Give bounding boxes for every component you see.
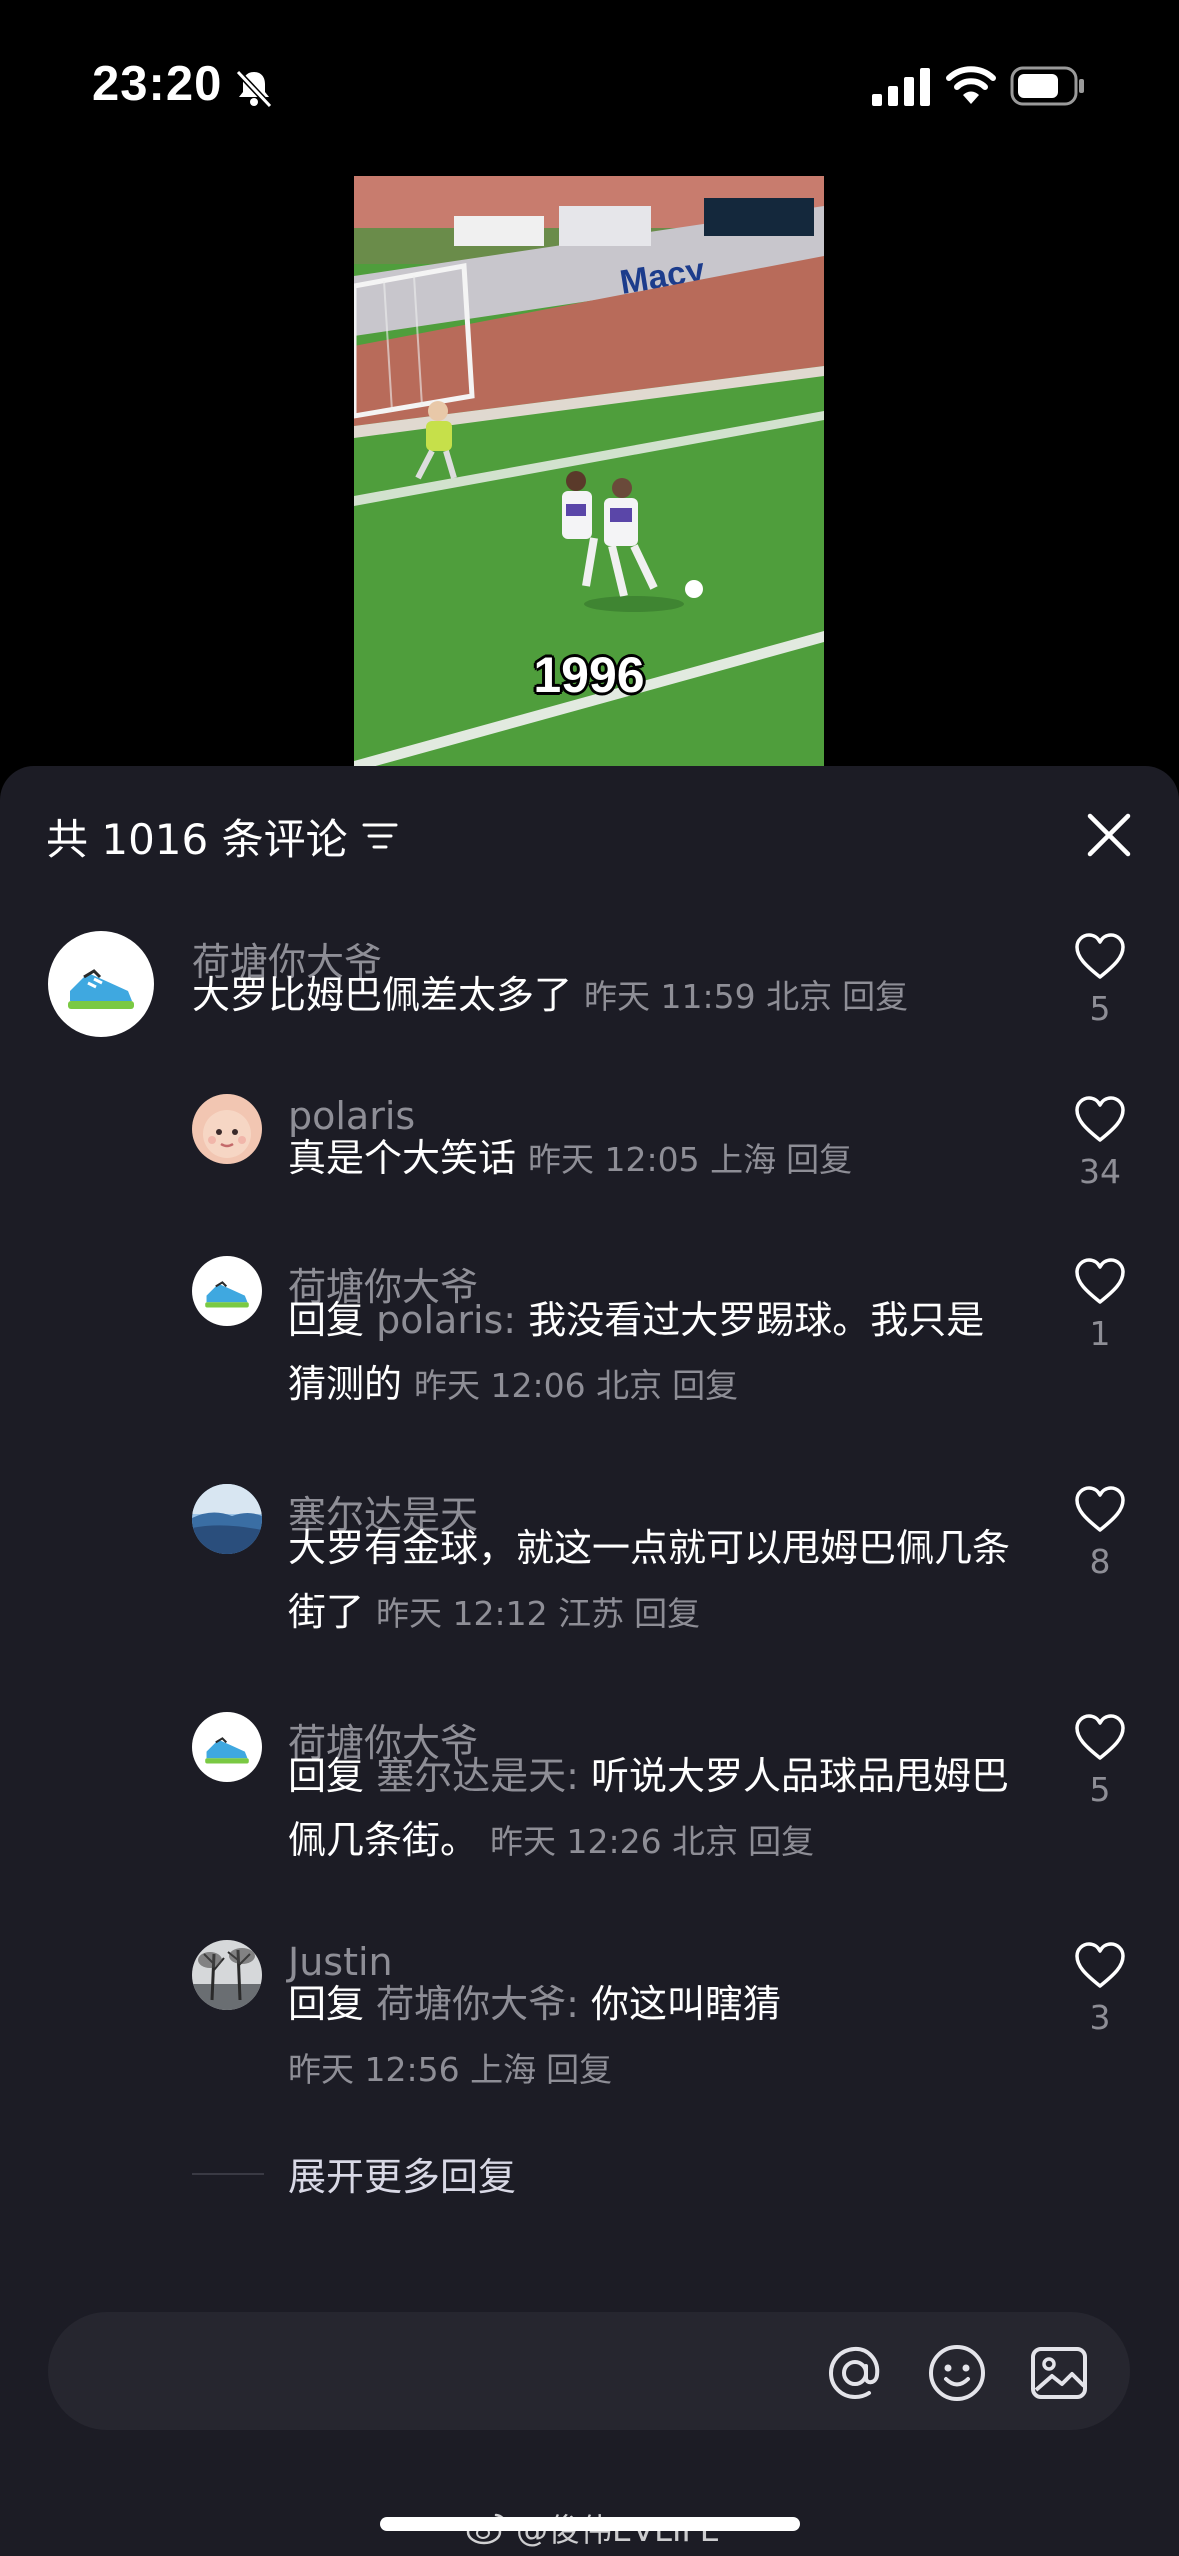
heart-icon — [1075, 1942, 1125, 1988]
like-count: 3 — [1089, 1998, 1111, 2037]
comment-input[interactable] — [98, 2350, 802, 2394]
user-avatar[interactable] — [192, 1094, 262, 1164]
watermark-text: @俊伟EVLIFE — [516, 2511, 721, 2549]
comment-location: 江苏 — [558, 1594, 625, 1633]
status-bar: 23:20 — [0, 0, 1179, 175]
reply-prefix: 回复 — [288, 1754, 365, 1798]
comment-time: 昨天 12:26 — [490, 1822, 662, 1861]
comment-location: 上海 — [470, 2050, 537, 2089]
reply-to-user[interactable]: 塞尔达是天: — [376, 1754, 579, 1798]
heart-icon — [1075, 1486, 1125, 1532]
like-count: 1 — [1089, 1314, 1111, 1353]
weibo-icon — [466, 2513, 507, 2545]
comment-meta: 昨天 12:12 江苏 回复 — [376, 1594, 700, 1633]
expand-more-replies[interactable]: 展开更多回复 — [192, 2146, 516, 2201]
like-button[interactable]: 1 — [1070, 1256, 1130, 1353]
comment-body[interactable]: 回复 塞尔达是天: 听说大罗人品球品甩姆巴佩几条街。 昨天 12:26 北京 回复 — [288, 1744, 1018, 1874]
comment-location: 北京 — [596, 1366, 663, 1405]
battery-icon — [1010, 66, 1084, 106]
user-avatar[interactable] — [192, 1484, 262, 1554]
like-count: 8 — [1089, 1542, 1111, 1581]
wifi-icon — [946, 66, 996, 104]
reply-link[interactable]: 回复 — [546, 2050, 612, 2089]
trees-icon — [192, 1940, 262, 2010]
reply-link[interactable]: 回复 — [672, 1366, 738, 1405]
heart-icon — [1075, 1258, 1125, 1304]
signal-icon — [872, 68, 930, 106]
comments-sheet: 共 1016 条评论 荷塘你大爷 大罗比姆巴佩差太多了 昨天 11:59 北京 回复 — [0, 766, 1179, 2556]
user-avatar[interactable] — [48, 931, 154, 1037]
comment-time: 昨天 11:59 — [584, 977, 756, 1016]
comment-text: 真是个大笑话 — [288, 1136, 517, 1180]
shoe-icon — [192, 1712, 262, 1782]
comment-text: 大罗比姆巴佩差太多了 — [192, 973, 573, 1017]
shoe-icon — [48, 931, 154, 1037]
comment-location: 上海 — [710, 1140, 777, 1179]
comment-body[interactable]: 回复 polaris: 我没看过大罗踢球。我只是猜测的 昨天 12:06 北京 回复 — [288, 1288, 1018, 1418]
comment-body[interactable]: 大罗比姆巴佩差太多了 昨天 11:59 北京 回复 — [192, 963, 1042, 1029]
comment-text: 你这叫瞎猜 — [591, 1982, 782, 2026]
at-icon[interactable] — [824, 2342, 886, 2404]
comment-body[interactable]: 真是个大笑话 昨天 12:05 上海 回复 — [288, 1126, 1048, 1192]
reply-link[interactable]: 回复 — [634, 1594, 700, 1633]
reply-link[interactable]: 回复 — [842, 977, 908, 1016]
like-button[interactable]: 5 — [1070, 1712, 1130, 1809]
filter-icon[interactable] — [362, 821, 398, 851]
comment-location: 北京 — [766, 977, 833, 1016]
comment-time: 昨天 12:56 — [288, 2050, 460, 2089]
shoe-icon — [192, 1256, 262, 1326]
comments-header: 共 1016 条评论 — [46, 806, 398, 866]
comment-meta: 昨天 12:05 上海 回复 — [528, 1140, 852, 1179]
user-avatar[interactable] — [192, 1256, 262, 1326]
reply-to-user[interactable]: polaris: — [376, 1298, 516, 1342]
like-button[interactable]: 8 — [1070, 1484, 1130, 1581]
heart-icon — [1075, 1714, 1125, 1760]
comments-count-title: 共 1016 条评论 — [46, 814, 348, 864]
comment-meta: 昨天 12:56 上海 回复 — [288, 2050, 612, 2089]
comment-time: 昨天 12:12 — [376, 1594, 548, 1633]
image-icon[interactable] — [1028, 2342, 1090, 2404]
baby-face-icon — [192, 1094, 262, 1164]
expand-replies-label: 展开更多回复 — [288, 2155, 517, 2199]
comment-body[interactable]: 大罗有金球，就这一点就可以甩姆巴佩几条街了 昨天 12:12 江苏 回复 — [288, 1516, 1018, 1646]
like-count: 34 — [1079, 1152, 1121, 1191]
comment-time: 昨天 12:05 — [528, 1140, 700, 1179]
like-button[interactable]: 3 — [1070, 1940, 1130, 2037]
like-button[interactable]: 34 — [1070, 1094, 1130, 1191]
video-player[interactable]: Macy 1996 — [354, 176, 824, 766]
comment-input-bar — [48, 2312, 1130, 2430]
like-count: 5 — [1089, 989, 1111, 1028]
comment-meta: 昨天 12:06 北京 回复 — [414, 1366, 738, 1405]
divider — [192, 2172, 264, 2175]
reply-link[interactable]: 回复 — [748, 1822, 814, 1861]
comment-meta: 昨天 12:26 北京 回复 — [490, 1822, 814, 1861]
watermark: @俊伟EVLIFE — [466, 2505, 720, 2551]
comment-time: 昨天 12:06 — [414, 1366, 586, 1405]
reply-to-user[interactable]: 荷塘你大爷: — [376, 1982, 579, 2026]
heart-icon — [1075, 1096, 1125, 1142]
comment-meta: 昨天 11:59 北京 回复 — [584, 977, 908, 1016]
landscape-icon — [192, 1484, 262, 1554]
user-avatar[interactable] — [192, 1940, 262, 2010]
heart-icon — [1075, 933, 1125, 979]
comment-location: 北京 — [672, 1822, 739, 1861]
like-button[interactable]: 5 — [1070, 931, 1130, 1028]
user-avatar[interactable] — [192, 1712, 262, 1782]
comment-body[interactable]: 回复 荷塘你大爷: 你这叫瞎猜 昨天 12:56 上海 回复 — [288, 1972, 888, 2102]
emoji-icon[interactable] — [926, 2342, 988, 2404]
video-caption: 1996 — [533, 647, 645, 703]
like-count: 5 — [1089, 1770, 1111, 1809]
bell-slash-icon — [235, 69, 273, 109]
reply-prefix: 回复 — [288, 1982, 365, 2026]
reply-link[interactable]: 回复 — [786, 1140, 852, 1179]
reply-prefix: 回复 — [288, 1298, 365, 1342]
close-icon[interactable] — [1084, 810, 1134, 860]
status-time: 23:20 — [92, 57, 223, 111]
